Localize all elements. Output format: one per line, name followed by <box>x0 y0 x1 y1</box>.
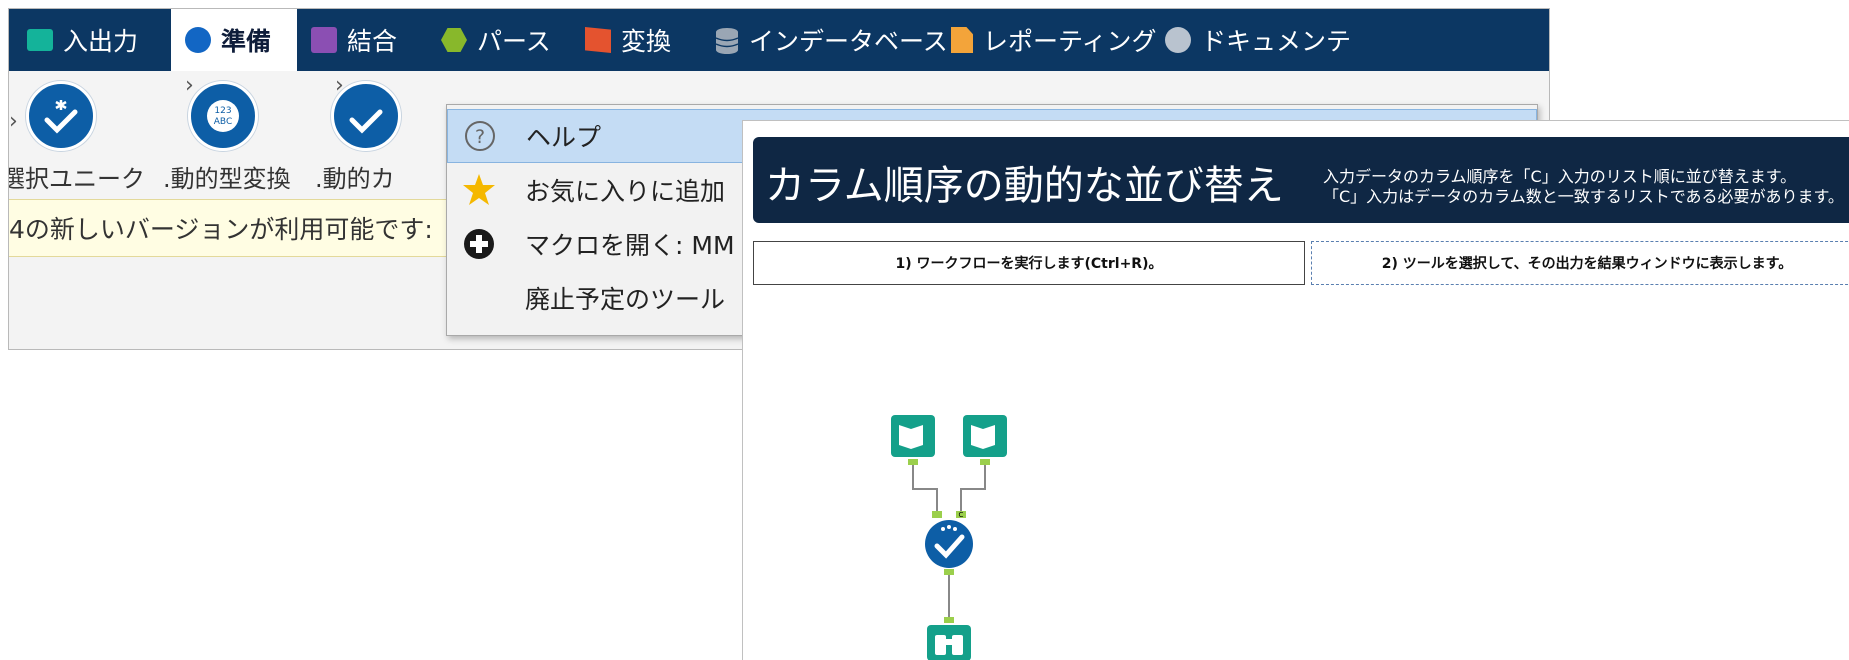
circle-icon <box>185 27 211 53</box>
empty-icon-slot <box>459 278 499 318</box>
menu-item-label: ヘルプ <box>526 123 602 152</box>
help-header: カラム順序の動的な並び替え 入力データのカラム順序を「C」入力のリスト順に並び替… <box>753 137 1849 223</box>
step-label: 2) ツールを選択して、その出力を結果ウィンドウに表示します。 <box>1381 256 1793 272</box>
tab-input-output[interactable]: 入出力 <box>27 9 138 71</box>
plus-circle-icon <box>459 224 499 264</box>
chevron-right-icon: › <box>9 109 18 134</box>
help-title: カラム順序の動的な並び替え <box>765 163 1284 209</box>
notice-text: 4の新しいバージョンが利用可能です: <box>9 215 433 244</box>
tool-dynamic-column[interactable]: › .動的カ <box>305 73 425 194</box>
tab-label: 変換 <box>621 27 672 56</box>
tool-label: 選択ユニーク <box>8 165 145 193</box>
step-run-workflow[interactable]: 1) ワークフローを実行します(Ctrl+R)。 <box>753 241 1305 285</box>
tool-unique-select[interactable]: › 選択ユニーク <box>8 81 145 194</box>
help-description: 「C」入力はデータのカラム数と一致するリストである必要があります。 <box>1323 187 1844 206</box>
square-icon <box>311 27 337 53</box>
tab-reporting[interactable]: レポーティング <box>951 9 1157 71</box>
folder-icon <box>27 29 53 51</box>
step-label: 1) ワークフローを実行します(Ctrl+R)。 <box>895 256 1163 272</box>
input-data-tool-2[interactable] <box>963 415 1007 465</box>
tab-label: 結合 <box>347 27 398 56</box>
tab-documentation[interactable]: ドキュメンテ <box>1165 9 1351 71</box>
tool-label: .動的型変換 <box>163 165 291 193</box>
hexagon-icon <box>441 28 467 52</box>
menu-item-label: 廃止予定のツール <box>525 285 726 314</box>
tab-label: 入出力 <box>63 27 139 56</box>
input-data-tool-1[interactable] <box>891 415 935 465</box>
star-icon <box>459 170 499 210</box>
svg-text:123: 123 <box>214 106 231 116</box>
ribbon-tab-bar: 入出力 準備 結合 パース 変換 インデータベース レポーティング ドキュメンテ <box>9 9 1549 71</box>
tab-label: ドキュメンテ <box>1201 27 1352 56</box>
browse-tool[interactable] <box>927 617 971 660</box>
svg-text:ABC: ABC <box>214 117 232 127</box>
tab-preparation[interactable]: 準備 <box>171 9 297 71</box>
flag-icon <box>585 27 611 53</box>
svg-text:?: ? <box>475 126 485 148</box>
comment-icon <box>1165 27 1191 53</box>
menu-item-label: お気に入りに追加 <box>525 177 726 206</box>
database-icon <box>715 27 739 54</box>
tab-in-database[interactable]: インデータベース <box>715 9 948 71</box>
tool-label: .動的カ <box>315 165 395 193</box>
menu-item-label: マクロを開く: MM <box>525 231 735 260</box>
tab-transform[interactable]: 変換 <box>585 9 671 71</box>
input-anchor <box>932 511 942 518</box>
tab-label: レポーティング <box>983 27 1157 56</box>
step-view-output[interactable]: 2) ツールを選択して、その出力を結果ウィンドウに表示します。 <box>1311 241 1849 285</box>
tab-join[interactable]: 結合 <box>311 9 397 71</box>
chevron-right-icon: › <box>185 73 194 98</box>
check-star-icon <box>26 81 96 151</box>
question-icon: ? <box>460 116 500 156</box>
chevron-right-icon: › <box>335 73 344 98</box>
update-notice[interactable]: 4の新しいバージョンが利用可能です: <box>9 199 450 257</box>
tab-parse[interactable]: パース <box>441 9 551 71</box>
tab-label: インデータベース <box>749 27 948 56</box>
tool-dynamic-type[interactable]: › 123 ABC .動的型変換 <box>163 73 291 194</box>
anchor-c-label: C <box>959 511 964 519</box>
abc-convert-icon: 123 ABC <box>188 81 258 151</box>
workflow-canvas: C <box>743 301 1849 660</box>
help-window: カラム順序の動的な並び替え 入力データのカラム順序を「C」入力のリスト順に並び替… <box>742 120 1849 660</box>
dynamic-select-tool[interactable] <box>925 520 973 575</box>
document-icon <box>951 27 973 53</box>
tab-label: パース <box>477 27 551 56</box>
tab-label: 準備 <box>221 27 272 56</box>
